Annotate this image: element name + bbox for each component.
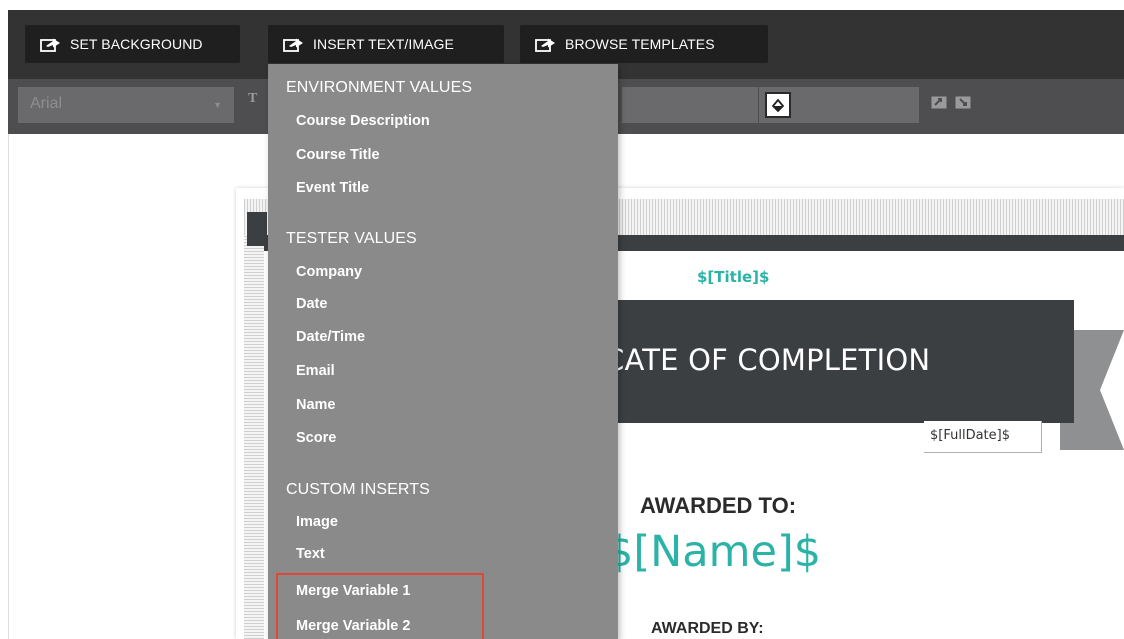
menu-item-text[interactable]: Text <box>296 546 325 562</box>
menu-item-image[interactable]: Image <box>296 514 338 530</box>
export-arrow-icon <box>40 37 62 52</box>
text-input-field[interactable] <box>622 87 758 123</box>
fulldate-merge-field[interactable]: $[FullDate]$ <box>924 421 1042 453</box>
menu-header-custom: CUSTOM INSERTS <box>286 481 430 498</box>
menu-item-course-title[interactable]: Course Title <box>296 147 380 163</box>
menu-item-name[interactable]: Name <box>296 397 336 413</box>
color-picker[interactable] <box>759 87 919 123</box>
menu-item-email[interactable]: Email <box>296 363 335 379</box>
menu-header-tester: TESTER VALUES <box>286 230 417 247</box>
menu-item-event-title[interactable]: Event Title <box>296 180 369 196</box>
font-family-value: Arial <box>30 95 63 112</box>
menu-item-date-time[interactable]: Date/Time <box>296 329 365 345</box>
certificate-heading[interactable]: CATE OF COMPLETION <box>604 343 930 377</box>
menu-item-company[interactable]: Company <box>296 264 362 280</box>
name-merge-field[interactable]: $[Name]$ <box>606 527 821 577</box>
merge-variables-highlight <box>276 573 484 639</box>
bring-forward-icon[interactable] <box>931 96 947 109</box>
export-arrow-icon <box>535 37 557 52</box>
awarded-to-label[interactable]: AWARDED TO: <box>640 493 796 519</box>
insert-text-image-label: INSERT TEXT/IMAGE <box>313 36 454 52</box>
set-background-label: SET BACKGROUND <box>70 36 203 52</box>
browse-templates-label: BROWSE TEMPLATES <box>565 36 715 52</box>
insert-text-image-button[interactable]: INSERT TEXT/IMAGE <box>268 25 504 63</box>
dropdown-caret-icon: ▼ <box>213 100 222 110</box>
set-background-button[interactable]: SET BACKGROUND <box>25 25 240 63</box>
editor-root: SET BACKGROUND INSERT TEXT/IMAGE BROWSE … <box>0 0 1124 639</box>
menu-item-date[interactable]: Date <box>296 296 327 312</box>
title-merge-field[interactable]: $[Title]$ <box>697 268 769 286</box>
menu-item-score[interactable]: Score <box>296 430 336 446</box>
menu-item-course-description[interactable]: Course Description <box>296 113 430 129</box>
insert-dropdown-menu: ENVIRONMENT VALUES Course Description Co… <box>268 64 618 639</box>
font-family-select[interactable]: Arial ▼ <box>18 87 234 123</box>
border-stripe-left <box>244 235 264 639</box>
export-arrow-icon <box>283 37 305 52</box>
fill-color-icon[interactable] <box>765 92 791 118</box>
browse-templates-button[interactable]: BROWSE TEMPLATES <box>520 25 768 63</box>
awarded-by-label[interactable]: AWARDED BY: <box>651 620 764 638</box>
menu-header-environment: ENVIRONMENT VALUES <box>286 79 473 96</box>
font-size-icon[interactable]: T <box>248 91 257 107</box>
send-backward-icon[interactable] <box>955 96 971 109</box>
